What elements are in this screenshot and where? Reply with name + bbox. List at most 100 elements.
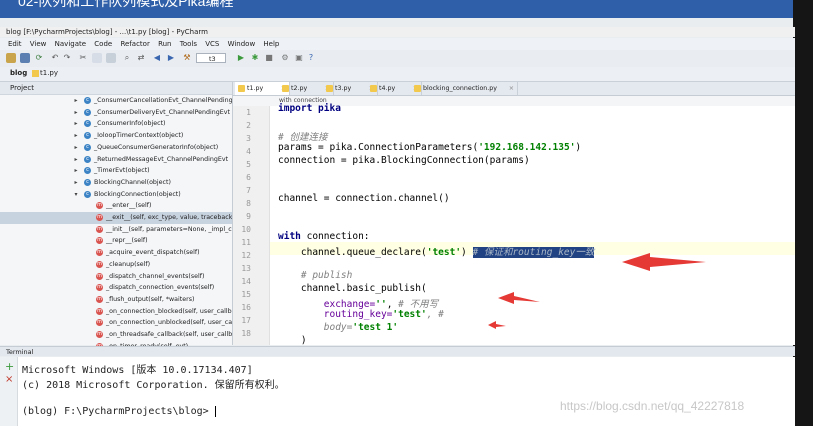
- tree-method-item[interactable]: m __repr__(self): [0, 235, 232, 247]
- tree-class-item[interactable]: ▸ c _IoloopTimerContext(object): [0, 130, 232, 142]
- watermark: https://blog.csdn.net/qq_42227818: [560, 399, 745, 413]
- code-string: '192.168.142.135': [478, 142, 576, 153]
- tree-class-item[interactable]: ▸ c _ConsumerDeliveryEvt_ChannelPendingEvt: [0, 107, 232, 119]
- red-arrow-icon: [498, 292, 540, 304]
- tree-class-item[interactable]: ▸ c _ConsumerInfo(object): [0, 118, 232, 130]
- class-icon: c: [84, 178, 91, 186]
- open-folder-icon[interactable]: [6, 53, 16, 63]
- chevron-right-icon[interactable]: ▸: [72, 107, 80, 119]
- tree-class-item[interactable]: ▸ c BlockingChannel(object): [0, 177, 232, 189]
- menu-help[interactable]: Help: [260, 38, 282, 50]
- menu-view[interactable]: View: [27, 38, 50, 50]
- chevron-right-icon[interactable]: ▸: [72, 165, 80, 177]
- paste-icon[interactable]: [106, 53, 116, 63]
- run-config-select[interactable]: t3: [196, 53, 226, 63]
- save-icon[interactable]: [20, 53, 30, 63]
- tree-method-item[interactable]: m _on_connection_blocked(self, user_callb: [0, 306, 232, 318]
- method-icon: m: [96, 225, 103, 233]
- tree-item-label: _QueueConsumerGeneratorInfo(object): [94, 143, 219, 151]
- tree-method-item[interactable]: m _acquire_event_dispatch(self): [0, 247, 232, 259]
- terminal-title[interactable]: Terminal: [6, 348, 33, 356]
- cut-icon[interactable]: ✂: [78, 53, 88, 63]
- tree-item-label: _dispatch_channel_events(self): [106, 272, 205, 280]
- project-panel-header: Project: [0, 82, 232, 95]
- window-title: blog [F:\PycharmProjects\blog] - ...\t1.…: [6, 28, 208, 36]
- tree-item-label: _IoloopTimerContext(object): [94, 132, 184, 140]
- python-file-icon: [282, 85, 289, 92]
- tab-blocking-connection[interactable]: blocking_connection.py ×: [411, 82, 518, 95]
- stop-icon[interactable]: ■: [264, 53, 274, 63]
- help-icon[interactable]: ?: [306, 53, 316, 63]
- tree-method-item[interactable]: m __exit__(self, exc_type, value, traceba…: [0, 212, 232, 224]
- tree-method-item[interactable]: m _on_connection_unblocked(self, user_ca: [0, 317, 232, 329]
- tree-item-label: __exit__(self, exc_type, value, tracebac…: [106, 214, 232, 221]
- chevron-right-icon[interactable]: ▸: [72, 118, 80, 130]
- terminal-prompt[interactable]: (blog) F:\PycharmProjects\blog>: [22, 406, 216, 417]
- tree-method-item[interactable]: m _on_threadsafe_callback(self, user_call…: [0, 329, 232, 341]
- tree-method-item[interactable]: m __enter__(self): [0, 200, 232, 212]
- run-icon[interactable]: ▶: [236, 53, 246, 63]
- tree-method-item[interactable]: m _dispatch_channel_events(self): [0, 271, 232, 283]
- tree-class-item[interactable]: ▸ c _ConsumerCancellationEvt_ChannelPendin…: [0, 95, 232, 107]
- find-icon[interactable]: ⌕: [122, 53, 132, 63]
- tree-method-item[interactable]: m _flush_output(self, *waiters): [0, 294, 232, 306]
- class-icon: c: [84, 108, 91, 116]
- menu-refactor[interactable]: Refactor: [117, 38, 152, 50]
- build-icon[interactable]: ⚒: [182, 53, 192, 63]
- menu-window[interactable]: Window: [225, 38, 259, 50]
- class-icon: c: [84, 155, 91, 163]
- close-icon[interactable]: ×: [509, 82, 514, 95]
- chevron-down-icon[interactable]: ▾: [72, 189, 80, 201]
- sync-icon[interactable]: ⟳: [34, 53, 44, 63]
- code-line: import pika: [278, 103, 341, 114]
- tree-method-item[interactable]: m _cleanup(self): [0, 259, 232, 271]
- chevron-right-icon[interactable]: ▸: [72, 130, 80, 142]
- code-line: channel = connection.channel(): [278, 193, 450, 204]
- forward-icon[interactable]: ▶: [166, 53, 176, 63]
- chevron-right-icon[interactable]: ▸: [72, 177, 80, 189]
- tree-item-label: _ConsumerCancellationEvt_ChannelPending: [94, 97, 232, 104]
- method-icon: m: [96, 307, 103, 315]
- debug-icon[interactable]: ✱: [250, 53, 260, 63]
- menu-vcs[interactable]: VCS: [202, 38, 222, 50]
- tree-class-item[interactable]: ▸ c _QueueConsumerGeneratorInfo(object): [0, 142, 232, 154]
- tab-label: blocking_connection.py: [423, 85, 498, 92]
- menu-navigate[interactable]: Navigate: [52, 38, 89, 50]
- replace-icon[interactable]: ⇄: [136, 53, 146, 63]
- tree-method-item[interactable]: m __init__(self, parameters=None, _impl_c…: [0, 224, 232, 236]
- menu-edit[interactable]: Edit: [0, 38, 25, 50]
- method-icon: m: [96, 260, 103, 268]
- tree-class-item[interactable]: ▾ c BlockingConnection(object): [0, 189, 232, 201]
- banner-title: 02-队列和工作队列模式及Pika编程: [18, 0, 234, 9]
- tree-class-item[interactable]: ▸ c _ReturnedMessageEvt_ChannelPendingEvt: [0, 154, 232, 166]
- chevron-right-icon[interactable]: ▸: [72, 154, 80, 166]
- undo-icon[interactable]: ↶: [50, 53, 60, 63]
- line-number: 7: [246, 186, 251, 195]
- project-panel-title[interactable]: Project: [10, 84, 34, 92]
- chevron-right-icon[interactable]: ▸: [72, 142, 80, 154]
- new-session-icon[interactable]: +: [5, 360, 14, 373]
- copy-icon[interactable]: [92, 53, 102, 63]
- tab-label: t4.py: [379, 85, 396, 92]
- menu-tools[interactable]: Tools: [177, 38, 200, 50]
- redo-icon[interactable]: ↷: [62, 53, 72, 63]
- settings-icon[interactable]: ⚙: [280, 53, 290, 63]
- tree-method-item[interactable]: m _dispatch_connection_events(self): [0, 282, 232, 294]
- close-session-icon[interactable]: ×: [5, 374, 13, 385]
- tree-item-label: BlockingConnection(object): [94, 190, 181, 198]
- tree-item-label: _on_connection_unblocked(self, user_ca: [106, 319, 232, 327]
- python-file-icon: [326, 85, 333, 92]
- line-number: 2: [246, 121, 251, 130]
- breadcrumb-project[interactable]: blog: [6, 68, 31, 79]
- tree-item-label: _dispatch_connection_events(self): [106, 284, 215, 292]
- tree-item-label: _cleanup(self): [106, 260, 151, 268]
- line-number: 18: [241, 329, 251, 338]
- back-icon[interactable]: ◀: [152, 53, 162, 63]
- chevron-right-icon[interactable]: ▸: [72, 95, 80, 107]
- python-file-icon: [370, 85, 377, 92]
- menu-run[interactable]: Run: [155, 38, 174, 50]
- sdk-icon[interactable]: ▣: [294, 53, 304, 63]
- tree-class-item[interactable]: ▸ c _TimerEvt(object): [0, 165, 232, 177]
- menu-code[interactable]: Code: [91, 38, 115, 50]
- breadcrumb-file[interactable]: t1.py: [30, 68, 62, 79]
